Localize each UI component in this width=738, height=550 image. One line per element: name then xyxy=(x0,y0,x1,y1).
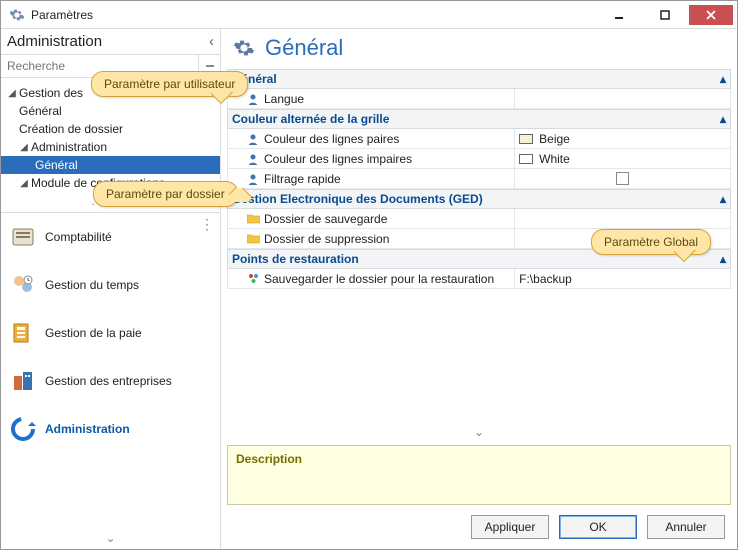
prop-filtrage-rapide[interactable]: Filtrage rapide xyxy=(227,169,731,189)
color-swatch xyxy=(519,154,533,164)
cancel-button[interactable]: Annuler xyxy=(647,515,725,539)
module-label: Gestion des entreprises xyxy=(45,374,172,388)
sidebar-collapse-button[interactable]: ‹ xyxy=(209,33,214,50)
sidebar-header: Administration ‹ xyxy=(1,29,220,55)
apply-button[interactable]: Appliquer xyxy=(471,515,549,539)
minimize-button[interactable] xyxy=(597,5,641,25)
callout-per-folder: Paramètre par dossier xyxy=(93,181,238,207)
category-grid-colors[interactable]: Couleur alternée de la grille ▴ xyxy=(227,109,731,129)
prop-restore-path[interactable]: Sauvegarder le dossier pour la restaurat… xyxy=(227,269,731,289)
module-menu-button[interactable]: ⋮ xyxy=(200,219,214,229)
module-gestion-entreprises[interactable]: Gestion des entreprises xyxy=(1,357,220,405)
people-clock-icon xyxy=(9,271,37,299)
user-icon xyxy=(246,132,260,146)
tree-toggle-icon[interactable]: ◢ xyxy=(7,88,17,99)
scroll-down-indicator[interactable]: ⌄ xyxy=(221,423,737,441)
payroll-icon xyxy=(9,319,37,347)
checkbox[interactable] xyxy=(616,172,629,185)
gear-icon xyxy=(233,37,255,59)
titlebar: Paramètres xyxy=(1,1,737,29)
collapse-icon: ▴ xyxy=(720,192,726,206)
tree-item-general[interactable]: Général xyxy=(1,102,220,120)
prop-value[interactable] xyxy=(514,169,730,188)
module-label: Comptabilité xyxy=(45,230,112,244)
module-administration[interactable]: Administration xyxy=(1,405,220,453)
tree-item-admin-general[interactable]: Général xyxy=(1,156,220,174)
prop-value[interactable] xyxy=(514,89,730,108)
folder-icon xyxy=(246,232,260,246)
callout-tail-icon xyxy=(229,188,251,202)
prop-value[interactable] xyxy=(514,209,730,228)
user-icon xyxy=(246,92,260,106)
prop-couleur-impaires[interactable]: Couleur des lignes impaires White xyxy=(227,149,731,169)
module-gestion-paie[interactable]: Gestion de la paie xyxy=(1,309,220,357)
module-label: Administration xyxy=(45,422,130,436)
ok-button[interactable]: OK xyxy=(559,515,637,539)
module-comptabilite[interactable]: Comptabilité xyxy=(1,213,220,261)
sidebar: Administration ‹ ◢ Gestion des Général xyxy=(1,29,221,549)
folder-icon xyxy=(246,212,260,226)
callout-per-user: Paramètre par utilisateur xyxy=(91,71,248,97)
tree-item-creation-dossier[interactable]: Création de dossier xyxy=(1,120,220,138)
collapse-icon: ▴ xyxy=(720,112,726,126)
tree-toggle-icon[interactable]: ◢ xyxy=(19,178,29,189)
tree-toggle-icon[interactable]: ◢ xyxy=(19,142,29,153)
settings-window: Paramètres Administration ‹ xyxy=(0,0,738,550)
content-header: Général xyxy=(221,29,737,69)
gear-icon xyxy=(9,7,25,23)
user-icon xyxy=(246,152,260,166)
collapse-icon: ▴ xyxy=(720,252,726,266)
tree-item-administration[interactable]: ◢ Administration xyxy=(1,138,220,156)
refresh-gear-icon xyxy=(9,415,37,443)
prop-langue[interactable]: Langue xyxy=(227,89,731,109)
sidebar-expand-toggle[interactable]: ⌄ xyxy=(1,527,220,549)
module-label: Gestion du temps xyxy=(45,278,139,292)
collapse-icon: ▴ xyxy=(720,72,726,86)
ledger-icon xyxy=(9,223,37,251)
prop-dossier-sauvegarde[interactable]: Dossier de sauvegarde xyxy=(227,209,731,229)
callout-global: Paramètre Global xyxy=(591,229,711,255)
callout-tail-icon xyxy=(211,92,233,106)
module-label: Gestion de la paie xyxy=(45,326,142,340)
prop-value[interactable]: F:\backup xyxy=(514,269,730,288)
content-pane: Général Général ▴ Langue Couleur alterné… xyxy=(221,29,737,549)
module-list: ⋮ Comptabilité Gestion du temps Gestion … xyxy=(1,213,220,527)
module-gestion-temps[interactable]: Gestion du temps xyxy=(1,261,220,309)
window-title: Paramètres xyxy=(31,8,595,22)
buildings-icon xyxy=(9,367,37,395)
prop-value[interactable]: Beige xyxy=(514,129,730,148)
category-general[interactable]: Général ▴ xyxy=(227,69,731,89)
close-button[interactable] xyxy=(689,5,733,25)
dialog-buttons: Appliquer OK Annuler xyxy=(221,505,737,549)
user-icon xyxy=(246,172,260,186)
description-panel: Description xyxy=(227,445,731,505)
prop-value[interactable]: White xyxy=(514,149,730,168)
prop-couleur-paires[interactable]: Couleur des lignes paires Beige xyxy=(227,129,731,149)
maximize-button[interactable] xyxy=(643,5,687,25)
description-label: Description xyxy=(236,452,302,466)
global-icon xyxy=(246,272,260,286)
color-swatch xyxy=(519,134,533,144)
page-title: Général xyxy=(265,35,343,61)
sidebar-title: Administration xyxy=(7,33,102,50)
category-ged[interactable]: Gestion Electronique des Documents (GED)… xyxy=(227,189,731,209)
callout-tail-icon xyxy=(674,250,696,264)
